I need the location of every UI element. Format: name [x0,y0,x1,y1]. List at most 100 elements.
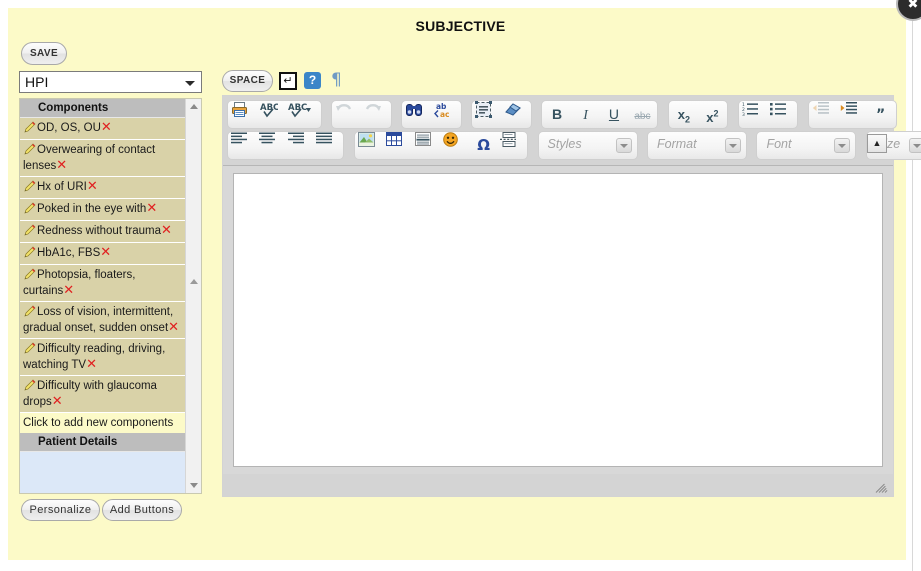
bold-icon[interactable]: B [545,101,569,128]
align-right-icon[interactable] [287,132,312,159]
component-label: HbA1c, FBS [37,247,101,259]
blockquote-icon[interactable]: ” [869,101,893,128]
select-all-icon[interactable] [475,101,499,128]
remove-component-icon[interactable]: ✕ [168,320,179,335]
scroll-down-arrow-icon[interactable] [186,477,201,493]
toolbar-group-find: ab ac [401,100,462,129]
toolbar-group-undo [331,100,392,129]
remove-format-icon[interactable] [504,101,528,128]
component-row-8[interactable]: Difficulty reading, driving, watching TV… [20,339,187,376]
editor-toolbar: ABC ABC ab ac B I U abc x2 x2 1 2 3 ” Ω … [223,96,921,166]
toolbar-group-script: x2 x2 [667,100,729,129]
add-new-components-row[interactable]: Click to add new components [20,413,187,433]
remove-component-icon[interactable]: ✕ [87,179,98,194]
remove-component-icon[interactable]: ✕ [63,283,74,298]
toolbar-group-indent: ” [807,100,897,129]
pilcrow-icon[interactable]: ¶ [331,70,342,90]
component-row-6[interactable]: Photopsia, floaters, curtains✕ [20,265,187,302]
page-title: SUBJECTIVE [415,18,506,34]
editor-content-area[interactable] [233,173,883,467]
toolbar-group-align [227,131,345,160]
remove-component-icon[interactable]: ✕ [161,223,172,238]
undo-icon[interactable] [335,101,359,128]
pencil-icon [23,121,36,133]
component-row-4[interactable]: Redness without trauma✕ [20,221,187,243]
print-icon[interactable] [231,101,255,128]
enter-key-button[interactable]: ↵ [279,72,297,90]
pencil-icon [23,305,36,317]
subscript-icon[interactable]: x2 [672,101,696,128]
image-icon[interactable] [357,132,382,159]
components-list-scrollbar[interactable] [185,99,201,493]
replace-icon[interactable]: ab ac [433,101,458,128]
remove-component-icon[interactable]: ✕ [56,158,67,173]
redo-icon[interactable] [364,101,388,128]
bulleted-list-icon[interactable] [770,101,794,128]
align-left-icon[interactable] [231,132,255,159]
horizontal-rule-icon[interactable] [414,132,439,159]
smiley-icon[interactable] [443,132,467,159]
outdent-icon[interactable] [812,101,836,128]
component-row-3[interactable]: Poked in the eye with✕ [20,199,187,221]
indent-icon[interactable] [840,101,864,128]
component-label: Overwearing of contact lenses [23,144,156,172]
space-button[interactable]: SPACE [222,70,273,92]
page-break-icon[interactable] [500,132,524,159]
svg-text:ABC: ABC [260,103,278,113]
format-combo[interactable]: Format [646,131,747,160]
chevron-down-icon [615,138,632,153]
pencil-icon [23,379,36,391]
toolbar-row-1: ABC ABC ab ac B I U abc x2 x2 1 2 3 ” [227,100,902,131]
remove-component-icon[interactable]: ✕ [146,201,157,216]
help-icon[interactable]: ? [304,72,321,89]
special-char-icon[interactable]: Ω [472,132,496,159]
component-row-9[interactable]: Difficulty with glaucoma drops✕ [20,376,187,413]
component-row-2[interactable]: Hx of URI✕ [20,177,187,199]
numbered-list-icon[interactable]: 123 [742,101,766,128]
remove-component-icon[interactable]: ✕ [101,120,112,135]
pencil-icon [23,202,36,214]
find-icon[interactable] [405,101,429,128]
toolbar-group-basic-styles: B I U abc [541,100,659,129]
personalize-button[interactable]: Personalize [21,499,100,521]
chevron-down-icon [908,138,921,153]
resize-grip-icon[interactable] [875,479,889,493]
table-icon[interactable] [386,132,410,159]
align-justify-icon[interactable] [316,132,340,159]
component-row-0[interactable]: OD, OS, OU✕ [20,118,187,140]
component-row-7[interactable]: Loss of vision, intermittent, gradual on… [20,302,187,339]
svg-text:3: 3 [742,112,745,116]
patient-details-header: Patient Details [20,433,187,452]
add-buttons-button[interactable]: Add Buttons [102,499,182,521]
scroll-up-arrow-icon[interactable] [186,99,201,115]
spellcheck-menu-icon[interactable]: ABC [288,101,318,128]
underline-icon[interactable]: U [602,101,626,128]
component-label: Difficulty with glaucoma drops [23,380,157,408]
font-combo[interactable]: Font [756,131,857,160]
scrollbar-thumb[interactable] [187,274,201,288]
components-list: Components OD, OS, OU✕ Overwearing of co… [20,99,187,493]
component-label: Photopsia, floaters, curtains [23,269,136,297]
section-select[interactable]: HPI [19,71,202,93]
component-row-1[interactable]: Overwearing of contact lenses✕ [20,140,187,177]
font-combo-label: Font [766,137,792,151]
component-row-5[interactable]: HbA1c, FBS✕ [20,243,187,265]
component-label: Poked in the eye with [37,203,147,215]
section-select-value: HPI [25,74,49,90]
save-button[interactable]: SAVE [21,42,67,65]
toolbar-group-lists: 123 [737,100,799,129]
align-center-icon[interactable] [259,132,283,159]
italic-icon[interactable]: I [574,101,598,128]
strike-icon[interactable]: abc [630,101,654,128]
remove-component-icon[interactable]: ✕ [100,245,111,260]
svg-text:ac: ac [440,110,450,118]
spellcheck-icon[interactable]: ABC [259,101,283,128]
toolbar-group-document: ABC ABC [227,100,322,129]
remove-component-icon[interactable]: ✕ [52,394,63,409]
styles-combo[interactable]: Styles [537,131,638,160]
toolbar-row-2: Ω Styles Format Font Size [227,131,921,162]
chevron-down-icon [185,81,195,86]
toolbar-collapse-button[interactable]: ▲ [867,134,887,153]
superscript-icon[interactable]: x2 [700,101,724,128]
remove-component-icon[interactable]: ✕ [86,357,97,372]
